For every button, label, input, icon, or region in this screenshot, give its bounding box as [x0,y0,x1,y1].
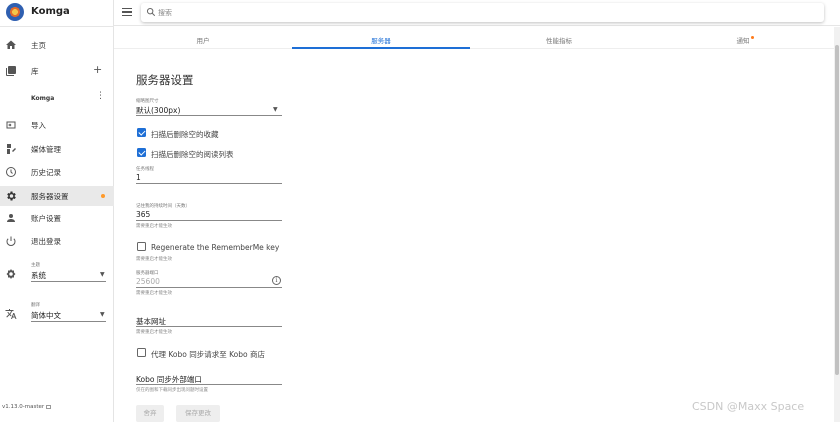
sidebar-item-import[interactable]: 导入 [0,115,114,135]
notification-badge [750,36,754,39]
sidebar-item-logout[interactable]: 退出登录 [0,231,114,251]
tab-metrics[interactable]: 性能指标 [470,27,648,49]
sidebar-item-label: 服务器设置 [31,192,69,201]
sidebar-item-library[interactable]: 库 + [0,61,114,81]
kobo-proxy-checkbox[interactable]: 代理 Kobo 同步请求至 Kobo 商店 [136,347,296,359]
regenerate-rememberme-key-checkbox[interactable]: Regenerate the RememberMe key 需要重启才能生效 [136,241,296,262]
select-underline [31,321,106,322]
checkbox-checked-icon[interactable] [137,128,146,137]
field-underline [136,326,282,327]
copy-icon[interactable] [46,405,52,409]
sidebar-item-label: 媒体管理 [31,145,61,154]
account-icon [5,212,17,224]
select-underline [31,281,106,282]
power-icon [5,235,17,247]
sidebar-item-label: 历史记录 [31,168,61,177]
tab-label: 性能指标 [546,37,572,45]
checkbox-label: 代理 Kobo 同步请求至 Kobo 商店 [151,350,266,359]
sidebar-item-media-management[interactable]: 媒体管理 [0,139,114,159]
library-menu-button[interactable]: ⋮ [96,91,105,101]
sidebar-item-label: 账户设置 [31,214,61,223]
language-value: 简体中文 [31,311,61,320]
field-value: 365 [136,210,151,219]
checkbox-label: 扫描后删除空的收藏 [151,130,219,139]
brand-name: Komga [31,6,70,17]
field-underline [136,384,282,385]
sidebar-item-label: 退出登录 [31,237,61,246]
komga-logo-icon [6,3,24,21]
field-underline [136,220,282,221]
delete-empty-readlists-checkbox[interactable]: 扫描后删除空的阅读列表 [136,147,296,159]
import-icon [5,119,17,131]
field-underline [136,115,282,116]
watermark: CSDN @Maxx Space [692,400,805,413]
sidebar-item-server-settings[interactable]: 服务器设置 [0,186,114,206]
dropdown-arrow-icon: ▼ [100,271,105,278]
version-text: v1.13.0-master [2,404,45,410]
field-value: 1 [136,173,141,182]
translate-icon [5,308,17,320]
field-hint: 需要重启才能生效 [136,257,172,262]
menu-icon[interactable] [122,8,132,17]
tab-server[interactable]: 服务器 [292,27,470,49]
add-library-button[interactable]: + [93,63,102,76]
sidebar-item-account-settings[interactable]: 账户设置 [0,208,114,228]
app-root: Komga 主页 库 + Komga ⋮ 导入 媒体管理 历史记录 服务器设置 … [0,0,840,422]
sidebar-item-label: 主页 [31,41,46,50]
brand[interactable]: Komga [0,0,114,26]
page-title: 服务器设置 [136,73,194,87]
field-caption: 记住我的持续时间（天数） [136,204,190,209]
info-icon[interactable]: i [272,276,281,285]
sidebar-item-komga-library[interactable]: Komga ⋮ [0,89,114,109]
checkbox-unchecked-icon[interactable] [137,348,146,357]
version-label: v1.13.0-master [2,404,52,410]
scrollbar-thumb[interactable] [835,45,839,375]
library-name: Komga [31,95,55,102]
sidebar-item-label: 库 [31,67,39,76]
field-value: 25600 [136,277,160,286]
language-caption: 翻译 [31,303,40,308]
divider [0,26,114,27]
field-caption: 缩略图尺寸 [136,99,159,104]
save-button[interactable]: 保存更改 [176,405,220,422]
dropdown-arrow-icon: ▼ [100,311,105,318]
field-hint: 仅在的图和下载同步出现问题时设置 [136,388,208,393]
media-management-icon [5,143,17,155]
theme-select[interactable]: 主题 系统 ▼ [0,261,114,287]
field-hint: 需要重启才能生效 [136,330,172,335]
field-underline [136,287,282,288]
checkbox-label: 扫描后删除空的阅读列表 [151,150,234,159]
library-icon [5,65,17,77]
gear-icon [5,190,17,202]
field-hint: 需要重启才能生效 [136,291,172,296]
tab-label: 服务器 [371,37,391,45]
scrollbar[interactable] [834,27,840,422]
sidebar-item-history[interactable]: 历史记录 [0,162,114,182]
discard-button[interactable]: 舍弃 [136,405,164,422]
checkbox-unchecked-icon[interactable] [137,242,146,251]
tab-notifications[interactable]: 通知 [656,27,834,49]
field-caption: 任务线程 [136,167,154,172]
server-settings-form: 服务器设置 缩略图尺寸 默认(300px) ▼ 扫描后删除空的收藏 扫描后删除空… [136,0,296,422]
sidebar: Komga 主页 库 + Komga ⋮ 导入 媒体管理 历史记录 服务器设置 … [0,0,114,422]
tab-label: 通知 [736,37,750,45]
theme-value: 系统 [31,271,46,280]
update-badge [101,194,105,198]
field-underline [136,183,282,184]
theme-icon [5,268,17,280]
language-select[interactable]: 翻译 简体中文 ▼ [0,301,114,327]
field-caption: 服务器端口 [136,271,159,276]
sidebar-item-home[interactable]: 主页 [0,35,114,55]
delete-empty-collections-checkbox[interactable]: 扫描后删除空的收藏 [136,127,296,139]
field-hint: 需要重启才能生效 [136,224,172,229]
dropdown-arrow-icon: ▼ [273,106,278,113]
home-icon [5,39,17,51]
checkbox-label: Regenerate the RememberMe key [151,243,280,252]
history-icon [5,166,17,178]
checkbox-checked-icon[interactable] [137,148,146,157]
sidebar-item-label: 导入 [31,121,46,130]
theme-caption: 主题 [31,263,40,268]
